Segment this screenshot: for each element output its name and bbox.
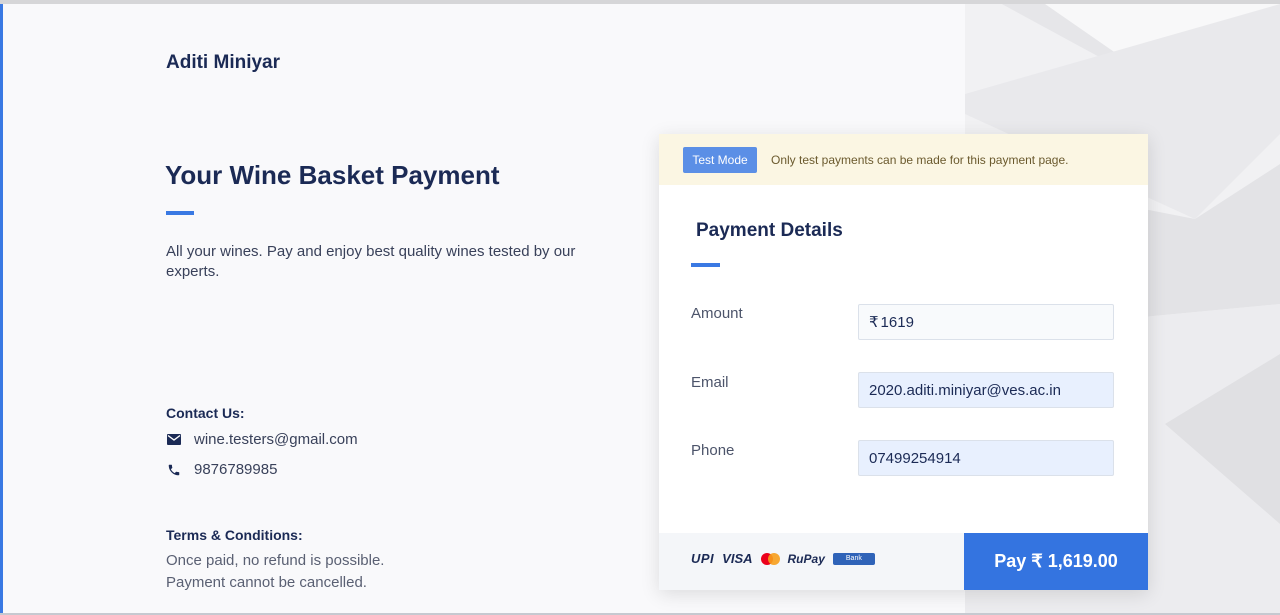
payment-details-title: Payment Details (696, 220, 843, 241)
pay-button[interactable]: Pay ₹ 1,619.00 (964, 533, 1148, 590)
contact-email-row: wine.testers@gmail.com (166, 431, 358, 448)
email-value: 2020.aditi.miniyar@ves.ac.in (869, 381, 1061, 399)
payment-card: Test Mode Only test payments can be made… (659, 134, 1148, 590)
amount-field[interactable]: ₹ 1619 (858, 304, 1114, 340)
left-accent-stripe (0, 4, 3, 615)
email-label: Email (691, 374, 729, 391)
contact-email[interactable]: wine.testers@gmail.com (194, 431, 358, 448)
contact-phone-row: 9876789985 (166, 461, 277, 478)
amount-value: 1619 (880, 313, 914, 331)
phone-field[interactable]: 07499254914 (858, 440, 1114, 476)
phone-icon (166, 462, 182, 478)
upi-logo: UPI (691, 551, 715, 566)
bank-logo: Bank (832, 552, 875, 565)
contact-heading: Contact Us: (166, 405, 245, 421)
phone-value: 07499254914 (869, 449, 961, 467)
payment-details-underline (691, 263, 720, 267)
test-mode-note: Only test payments can be made for this … (771, 153, 1069, 167)
test-mode-badge: Test Mode (683, 147, 757, 173)
mail-icon (166, 432, 182, 448)
terms-heading: Terms & Conditions: (166, 527, 303, 543)
visa-logo: VISA (722, 551, 753, 566)
payment-methods-footer: UPI VISA RuPay Bank (659, 533, 964, 590)
merchant-name: Aditi Miniyar (166, 52, 281, 73)
rupee-symbol: ₹ (869, 314, 879, 331)
rupay-logo: RuPay (787, 551, 825, 566)
email-field[interactable]: 2020.aditi.miniyar@ves.ac.in (858, 372, 1114, 408)
page-description: All your wines. Pay and enjoy best quali… (166, 243, 576, 280)
contact-phone[interactable]: 9876789985 (194, 461, 277, 478)
terms-line: Once paid, no refund is possible. (166, 552, 385, 569)
phone-label: Phone (691, 442, 735, 459)
mastercard-logo (760, 552, 780, 565)
title-underline (166, 211, 194, 215)
page-title: Your Wine Basket Payment (165, 160, 500, 190)
test-mode-banner: Test Mode Only test payments can be made… (659, 134, 1148, 185)
amount-label: Amount (691, 305, 743, 322)
payment-method-logos: UPI VISA RuPay Bank (691, 551, 875, 566)
terms-line: Payment cannot be cancelled. (166, 574, 367, 591)
